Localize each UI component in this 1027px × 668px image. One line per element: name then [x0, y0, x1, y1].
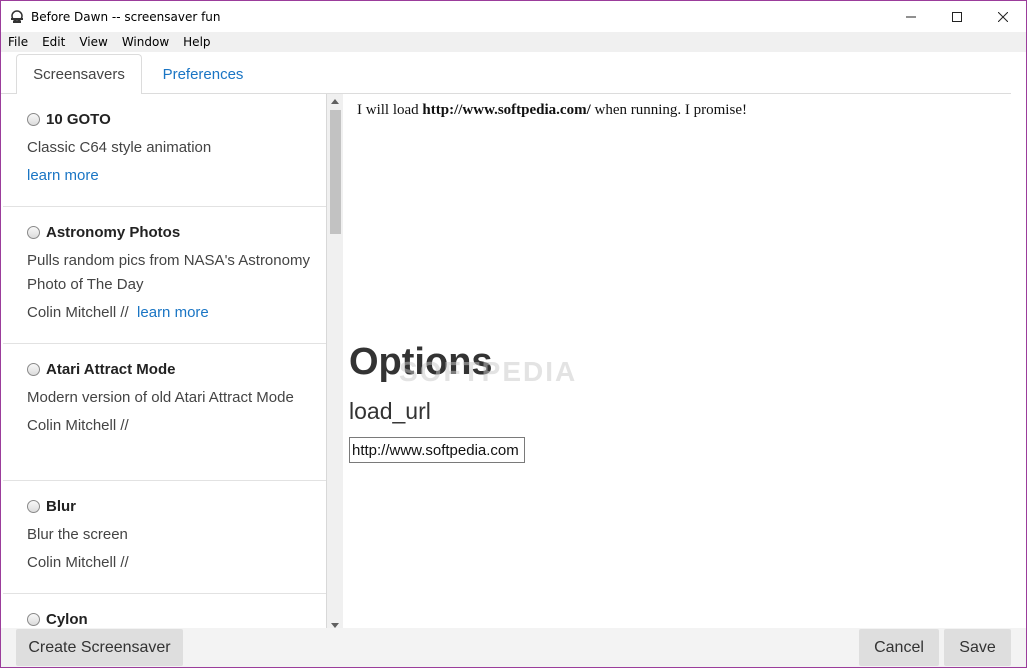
learn-more-link[interactable]: learn more — [27, 167, 99, 184]
item-name: Cylon — [46, 610, 88, 628]
list-item[interactable]: Atari Attract Mode Modern version of old… — [3, 344, 326, 481]
item-footer: Colin Mitchell // — [27, 414, 314, 450]
watermark: SOFTPEDIA — [399, 356, 578, 387]
item-name: Atari Attract Mode — [46, 360, 176, 378]
window-title: Before Dawn -- screensaver fun — [31, 9, 221, 24]
item-description: Pulls random pics from NASA's Astronomy … — [27, 252, 310, 293]
tab-bar: Screensavers Preferences — [1, 52, 1026, 95]
scroll-thumb[interactable] — [330, 110, 341, 234]
item-title: Astronomy Photos — [27, 221, 314, 243]
maximize-icon — [952, 11, 962, 22]
tab-screensavers[interactable]: Screensavers — [16, 54, 142, 95]
list-item[interactable]: 10 GOTO Classic C64 style animation lear… — [3, 94, 326, 207]
app-icon — [10, 9, 24, 24]
title-bar[interactable]: Before Dawn -- screensaver fun — [1, 1, 1026, 32]
item-description: Classic C64 style animation — [27, 139, 212, 156]
preview-suffix: when running. I promise! — [590, 102, 747, 118]
radio-button[interactable] — [27, 225, 40, 239]
item-author: Colin Mitchell // — [27, 417, 129, 434]
item-title: 10 GOTO — [27, 108, 314, 130]
radio-button[interactable] — [27, 499, 40, 513]
list-scrollbar[interactable] — [327, 94, 343, 628]
window-controls — [888, 1, 1026, 32]
item-name: Astronomy Photos — [46, 223, 181, 241]
load-url-input[interactable] — [349, 437, 525, 463]
item-author: Colin Mitchell // — [27, 304, 129, 321]
list-item[interactable]: Cylon — [3, 594, 326, 628]
menu-view[interactable]: View — [72, 35, 114, 49]
item-title: Blur — [27, 495, 314, 517]
item-footer: Colin Mitchell // — [27, 551, 314, 587]
preview-text: I will load http://www.softpedia.com/ wh… — [357, 102, 747, 119]
app-window: Before Dawn -- screensaver fun File Edit… — [0, 0, 1027, 668]
radio-button[interactable] — [27, 112, 40, 126]
tab-preferences[interactable]: Preferences — [143, 54, 263, 94]
list-item[interactable]: Blur Blur the screen Colin Mitchell // — [3, 481, 326, 594]
item-name: Blur — [46, 497, 76, 515]
menu-file[interactable]: File — [1, 35, 35, 49]
maximize-button[interactable] — [934, 1, 980, 32]
item-name: 10 GOTO — [46, 110, 111, 128]
item-author: Colin Mitchell // — [27, 554, 129, 571]
item-title: Atari Attract Mode — [27, 358, 314, 380]
menu-window[interactable]: Window — [115, 35, 176, 49]
create-screensaver-button[interactable]: Create Screensaver — [16, 629, 183, 666]
list-item[interactable]: Astronomy Photos Pulls random pics from … — [3, 207, 326, 344]
close-button[interactable] — [980, 1, 1026, 32]
menu-bar: File Edit View Window Help — [1, 32, 1026, 52]
preview-url: http://www.softpedia.com/ — [422, 102, 591, 118]
screensaver-list: 10 GOTO Classic C64 style animation lear… — [3, 94, 327, 628]
item-footer: Colin Mitchell // learn more — [27, 301, 314, 337]
close-icon — [998, 11, 1008, 22]
bottom-bar: Create Screensaver Cancel Save — [1, 628, 1026, 667]
load-url-label: load_url — [349, 398, 431, 424]
preview-prefix: I will load — [357, 102, 423, 118]
item-footer: learn more — [27, 164, 314, 200]
minimize-button[interactable] — [888, 1, 934, 32]
item-description: Modern version of old Atari Attract Mode — [27, 389, 294, 406]
menu-help[interactable]: Help — [176, 35, 217, 49]
radio-button[interactable] — [27, 612, 40, 626]
learn-more-link[interactable]: learn more — [137, 304, 209, 321]
menu-edit[interactable]: Edit — [35, 35, 72, 49]
item-description: Blur the screen — [27, 526, 128, 543]
save-button[interactable]: Save — [944, 629, 1011, 666]
minimize-icon — [906, 16, 916, 17]
scroll-up-icon[interactable] — [331, 99, 339, 104]
cancel-button[interactable]: Cancel — [859, 629, 939, 666]
radio-button[interactable] — [27, 362, 40, 376]
item-title: Cylon — [27, 608, 314, 628]
